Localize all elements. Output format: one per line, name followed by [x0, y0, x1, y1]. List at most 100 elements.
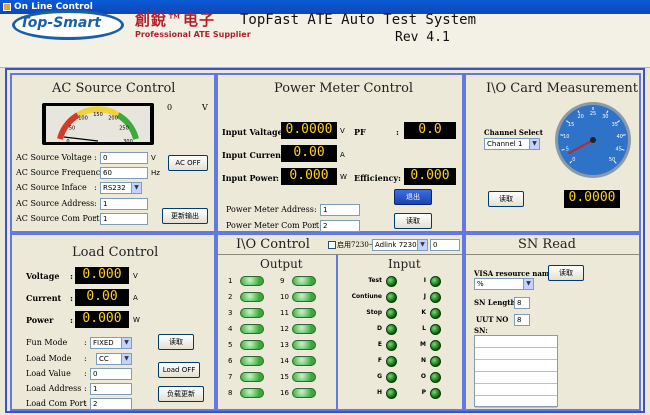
input-led-p: [430, 388, 441, 399]
pm-com-label: Power Meter Com Port: [226, 221, 320, 230]
ac-frequency-unit: Hz: [151, 169, 160, 177]
input-label: I: [423, 277, 426, 284]
ac-com-label: AC Source Com Port: [16, 214, 100, 223]
load-update-button[interactable]: 负载更新: [158, 386, 204, 402]
sn-length-label: SN Length:: [474, 298, 519, 307]
output-toggle-11[interactable]: [292, 308, 316, 318]
sn-length-input[interactable]: 8: [514, 297, 530, 309]
output-toggle-1[interactable]: [240, 276, 264, 286]
output-toggle-12[interactable]: [292, 324, 316, 334]
load-address-input[interactable]: 1: [90, 383, 132, 395]
load-mode-value: CC: [99, 355, 109, 363]
input-power-unit: W: [340, 173, 347, 181]
output-number: 16: [280, 389, 289, 397]
input-led-stop: [386, 308, 397, 319]
ac-gauge-tick-label: 150: [93, 112, 103, 118]
pm-com-input[interactable]: 2: [320, 220, 360, 232]
load-mode-select[interactable]: CC ▼: [96, 353, 132, 365]
ac-frequency-input[interactable]: 60: [100, 167, 148, 179]
sn-read-divider: [466, 254, 639, 255]
output-toggle-13[interactable]: [292, 340, 316, 350]
load-mode-label: Load Mode: [26, 354, 72, 363]
output-number: 5: [228, 341, 233, 349]
sn-list[interactable]: [474, 335, 558, 408]
output-number: 8: [228, 389, 233, 397]
output-toggle-16[interactable]: [292, 388, 316, 398]
output-number: 4: [228, 325, 233, 333]
output-toggle-10[interactable]: [292, 292, 316, 302]
ac-interface-select[interactable]: RS232 ▼: [100, 182, 142, 194]
visa-resource-label: VISA resource name: [474, 269, 554, 278]
card-type-select[interactable]: Adlink 7230 ▼: [372, 239, 428, 251]
io-gauge-tick-label: 35: [612, 122, 618, 128]
ac-gauge-tick-label: 300: [123, 139, 133, 145]
output-toggle-14[interactable]: [292, 356, 316, 366]
ac-voltage-input[interactable]: 0: [100, 152, 148, 164]
input-row-g: G: [340, 371, 400, 385]
uut-no-input[interactable]: 8: [514, 314, 530, 326]
list-item[interactable]: [475, 360, 557, 372]
list-item[interactable]: [475, 336, 557, 348]
input-row-stop: Stop: [340, 307, 400, 321]
io-gauge-tick-label: 45: [616, 146, 622, 152]
sn-read-button[interactable]: 读取: [548, 265, 584, 281]
exit-button[interactable]: 退出: [394, 189, 432, 205]
pm-address-input[interactable]: 1: [320, 204, 360, 216]
list-item[interactable]: [475, 384, 557, 396]
channel-select[interactable]: Channel 1 ▼: [484, 138, 540, 150]
list-item[interactable]: [475, 348, 557, 360]
output-toggle-5[interactable]: [240, 340, 264, 350]
input-led-test: [386, 276, 397, 287]
output-toggle-6[interactable]: [240, 356, 264, 366]
output-number: 6: [228, 357, 233, 365]
output-toggle-3[interactable]: [240, 308, 264, 318]
output-toggle-8[interactable]: [240, 388, 264, 398]
input-row-j: J: [408, 291, 468, 305]
load-power-unit: W: [133, 316, 140, 324]
input-led-j: [430, 292, 441, 303]
pf-display: 0.0: [404, 122, 456, 139]
chevron-down-icon: ▼: [121, 354, 131, 364]
io-gauge-tick-label: 15: [568, 122, 574, 128]
input-led-l: [430, 324, 441, 335]
output-number: 1: [228, 277, 233, 285]
output-toggle-2[interactable]: [240, 292, 264, 302]
ac-address-label: AC Source Address: [16, 199, 95, 208]
load-com-label: Load Com Port: [26, 399, 87, 408]
card-number-input[interactable]: 0: [430, 239, 460, 251]
output-number: 7: [228, 373, 233, 381]
ac-com-input[interactable]: 1: [100, 213, 148, 225]
load-value-input[interactable]: 0: [90, 368, 132, 380]
list-item[interactable]: [475, 372, 557, 384]
ac-source-title: AC Source Control: [52, 81, 176, 96]
visa-resource-select[interactable]: % ▼: [474, 278, 534, 290]
ac-off-button[interactable]: AC OFF: [168, 155, 208, 171]
ac-address-input[interactable]: 1: [100, 198, 148, 210]
output-number: 14: [280, 357, 289, 365]
output-toggle-7[interactable]: [240, 372, 264, 382]
input-led-h: [386, 388, 397, 399]
load-off-button[interactable]: Load OFF: [158, 362, 200, 378]
channel-select-label: Channel Select: [484, 128, 544, 137]
pm-read-button[interactable]: 读取: [394, 213, 432, 229]
io-gauge-tick-label: 50: [609, 157, 615, 163]
sn-list-label: SN:: [474, 326, 488, 335]
list-item[interactable]: [475, 396, 557, 408]
input-current-display: 0.00: [281, 145, 337, 162]
ac-update-button[interactable]: 更新输出: [162, 208, 208, 224]
sn-read-title: SN Read: [518, 237, 576, 252]
fun-mode-select[interactable]: FIXED ▼: [90, 337, 132, 349]
io-card-read-button[interactable]: 读取: [488, 191, 524, 207]
input-row-h: H: [340, 387, 400, 401]
output-toggle-9[interactable]: [292, 276, 316, 286]
enable-7230-checkbox[interactable]: [328, 241, 336, 249]
load-com-input[interactable]: 2: [90, 398, 132, 410]
system-revision: Rev 4.1: [395, 30, 450, 45]
output-toggle-4[interactable]: [240, 324, 264, 334]
pf-label: PF: [354, 127, 366, 137]
load-read-button[interactable]: 读取: [158, 334, 194, 350]
output-toggle-15[interactable]: [292, 372, 316, 382]
input-row-test: Test: [340, 275, 400, 289]
ac-gauge-tick-label: 100: [78, 116, 88, 122]
input-row-contiune: Contiune: [340, 291, 400, 305]
